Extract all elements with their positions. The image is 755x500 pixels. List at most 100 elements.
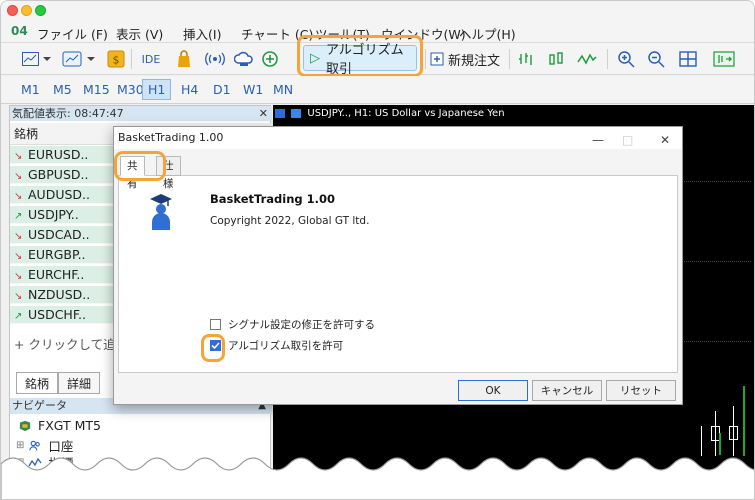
mt5-logo-icon (19, 420, 31, 431)
arrow-up-icon: ↗ (14, 311, 23, 322)
grid-icon (679, 51, 697, 67)
mt5-window: 04 ファイル (F) 表示 (V) 挿入(I) チャート (C) ツール(T)… (0, 0, 755, 500)
symbol-name: USDJPY.. (28, 207, 79, 222)
arrow-down-icon: ↘ (14, 191, 23, 202)
symbol-name: GBPUSD.. (28, 167, 89, 182)
zoom-in-button[interactable] (615, 48, 637, 70)
chart-shift-icon (713, 51, 735, 67)
timeframe-m5[interactable]: M5 (53, 82, 72, 97)
algo-checkbox-highlight (201, 334, 225, 362)
timeframe-m15[interactable]: M15 (83, 82, 110, 97)
cloud-icon (234, 51, 253, 66)
zigzag-icon (577, 53, 597, 65)
accounts-icon (29, 440, 41, 450)
template-icon (62, 51, 95, 67)
market-watch-title: 気配値表示: 08:47:47 (12, 107, 124, 120)
navigator-title: ナビゲータ (12, 399, 67, 412)
nav-item-label: FXGT MT5 (38, 418, 101, 433)
period-separator-button[interactable] (515, 48, 537, 70)
title-bar (1, 1, 754, 21)
timeframe-w1[interactable]: W1 (243, 82, 263, 97)
arrow-up-icon: ↗ (14, 211, 23, 222)
candlestick (729, 426, 738, 440)
nav-item-platform[interactable]: FXGT MT5 (18, 418, 101, 433)
arrow-down-icon: ↘ (14, 291, 23, 302)
shop-button[interactable] (173, 48, 195, 70)
zoom-in-icon (618, 51, 635, 68)
candlestick-button[interactable] (545, 48, 567, 70)
ea-name: BasketTrading 1.00 (210, 192, 335, 206)
chart-shift-button[interactable] (711, 48, 737, 70)
ok-button[interactable]: OK (458, 380, 528, 401)
zoom-out-icon (648, 51, 665, 68)
close-icon[interactable]: ✕ (259, 106, 268, 121)
menu-insert[interactable]: 挿入(I) (183, 24, 221, 43)
add-symbol-label: + クリックして追加 (14, 337, 129, 352)
new-order-label: 新規注文 (447, 53, 500, 69)
cancel-button[interactable]: キャンセル (532, 380, 602, 401)
chart-type-dropdown[interactable] (17, 48, 57, 70)
symbol-name: USDCAD.. (28, 227, 90, 242)
timeframe-d1[interactable]: D1 (213, 82, 231, 97)
expert-advisor-icon (150, 194, 172, 230)
add-symbol-row[interactable]: + クリックして追加 (14, 334, 128, 353)
chart-title: USDJPY.., H1: US Dollar vs Japanese Yen (275, 108, 505, 119)
market-watch-header: 気配値表示: 08:47:47 ✕ (10, 106, 272, 121)
symbol-name: NZDUSD.. (28, 287, 91, 302)
timeframe-h4[interactable]: H4 (181, 82, 198, 97)
zoom-window-button[interactable] (35, 5, 46, 16)
dialog-title: BasketTrading 1.00 (118, 131, 224, 144)
market-button[interactable]: $ (105, 48, 127, 70)
minimize-icon[interactable]: — (592, 129, 604, 151)
zoom-out-button[interactable] (645, 48, 667, 70)
arrow-down-icon: ↘ (14, 251, 23, 262)
torn-edge-decoration (1, 457, 754, 499)
new-order-button[interactable]: 新規注文 (427, 48, 503, 70)
app-logo-icon: 04 (11, 24, 28, 38)
new-order-icon (430, 52, 444, 66)
bar-chart-icon (519, 53, 532, 65)
allow-algo-trading-label: アルゴリズム取引を許可 (228, 340, 344, 352)
close-window-button[interactable] (7, 5, 18, 16)
vps-button[interactable] (233, 48, 255, 70)
chart-type-icon (291, 108, 302, 118)
maximize-icon[interactable]: □ (622, 129, 633, 151)
ide-button[interactable]: IDE (137, 48, 165, 70)
timeframe-bar: M1 M5 M15 M30 H1 H4 D1 W1 MN (1, 76, 754, 104)
menu-help[interactable]: ヘルプ(H) (459, 24, 516, 43)
tab-symbols[interactable]: 銘柄 (16, 372, 59, 394)
line-chart-button[interactable] (575, 48, 599, 70)
svg-text:$: $ (113, 54, 120, 67)
timeframe-m1[interactable]: M1 (21, 82, 40, 97)
timeframe-m30[interactable]: M30 (117, 82, 144, 97)
tab-details[interactable]: 詳細 (58, 372, 101, 394)
close-icon[interactable]: ✕ (660, 129, 670, 151)
arrow-down-icon: ↘ (14, 271, 23, 282)
menu-view[interactable]: 表示 (V) (116, 24, 163, 43)
bull-candle-line (719, 433, 721, 455)
symbol-name: EURGBP.. (28, 247, 86, 262)
symbol-name: USDCHF.. (28, 307, 86, 322)
symbol-name: EURUSD.. (28, 147, 89, 162)
allow-signal-modify-checkbox[interactable] (210, 319, 221, 330)
tab-common-highlight (114, 151, 166, 181)
minimize-window-button[interactable] (21, 5, 32, 16)
dialog-title-bar: BasketTrading 1.00 — □ ✕ (114, 127, 682, 149)
plus-circle-icon (262, 51, 278, 67)
symbol-name: AUDUSD.. (28, 187, 90, 202)
line-chart-icon (22, 52, 51, 66)
candlestick-icon (549, 52, 563, 65)
timeframe-h1[interactable]: H1 (142, 79, 172, 100)
signals-button[interactable] (203, 48, 227, 70)
chart-title-text: USDJPY.., H1: US Dollar vs Japanese Yen (307, 108, 505, 119)
add-indicator-button[interactable] (259, 48, 281, 70)
arrow-down-icon: ↘ (14, 171, 23, 182)
template-dropdown[interactable] (59, 48, 99, 70)
timeframe-mn[interactable]: MN (273, 82, 293, 97)
menu-file[interactable]: ファイル (F) (37, 24, 108, 43)
candle-wick (701, 426, 702, 456)
reset-button[interactable]: リセット (606, 380, 676, 401)
expand-icon[interactable]: ⊞ (16, 440, 24, 451)
tile-windows-button[interactable] (677, 48, 699, 70)
ea-copyright: Copyright 2022, Global GT ltd. (210, 215, 370, 227)
